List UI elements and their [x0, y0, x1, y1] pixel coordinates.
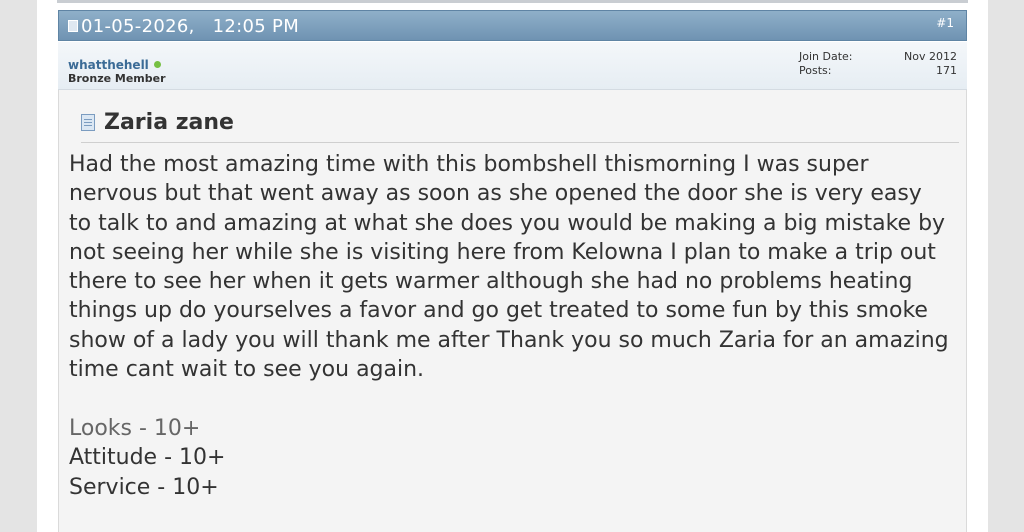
join-date-row: Join Date: Nov 2012 [799, 50, 957, 64]
page: 01-05-2026, 12:05 PM #1 whatthehell Bron… [37, 0, 988, 532]
post-datetime: 01-05-2026, 12:05 PM [68, 15, 300, 37]
post-title: Zaria zane [81, 110, 234, 135]
document-icon [81, 114, 95, 131]
post-message: Had the most amazing time with this bomb… [69, 152, 949, 383]
post-title-text: Zaria zane [104, 110, 234, 135]
username[interactable]: whatthehell [68, 58, 161, 72]
user-info-bar: whatthehell Bronze Member Join Date: Nov… [58, 42, 967, 90]
post-body: Zaria zane Had the most amazing time wit… [58, 90, 967, 532]
rating-looks: Looks - 10+ [69, 416, 201, 441]
online-dot-icon [153, 61, 161, 68]
ratings-list: Looks - 10+ Attitude - 10+ Service - 10+ [69, 414, 225, 502]
title-divider [81, 142, 959, 143]
posts-value: 171 [936, 64, 957, 77]
posts-label: Posts: [799, 64, 832, 77]
rating-attitude: Attitude - 10+ [69, 445, 226, 471]
post-status-icon [68, 20, 78, 32]
post-header: 01-05-2026, 12:05 PM #1 [58, 10, 967, 41]
join-date-label: Join Date: [799, 50, 853, 63]
username-link[interactable]: whatthehell [68, 58, 149, 72]
post-time: 12:05 PM [212, 15, 300, 37]
rating-service: Service - 10+ [69, 474, 219, 500]
user-stats: Join Date: Nov 2012 Posts: 171 [799, 50, 957, 78]
user-title: Bronze Member [68, 72, 166, 85]
post-number-link[interactable]: #1 [936, 16, 954, 30]
posts-row: Posts: 171 [799, 64, 957, 78]
join-date-value: Nov 2012 [904, 50, 957, 63]
top-divider [57, 0, 968, 3]
post-date: 01-05-2026, [81, 15, 195, 37]
